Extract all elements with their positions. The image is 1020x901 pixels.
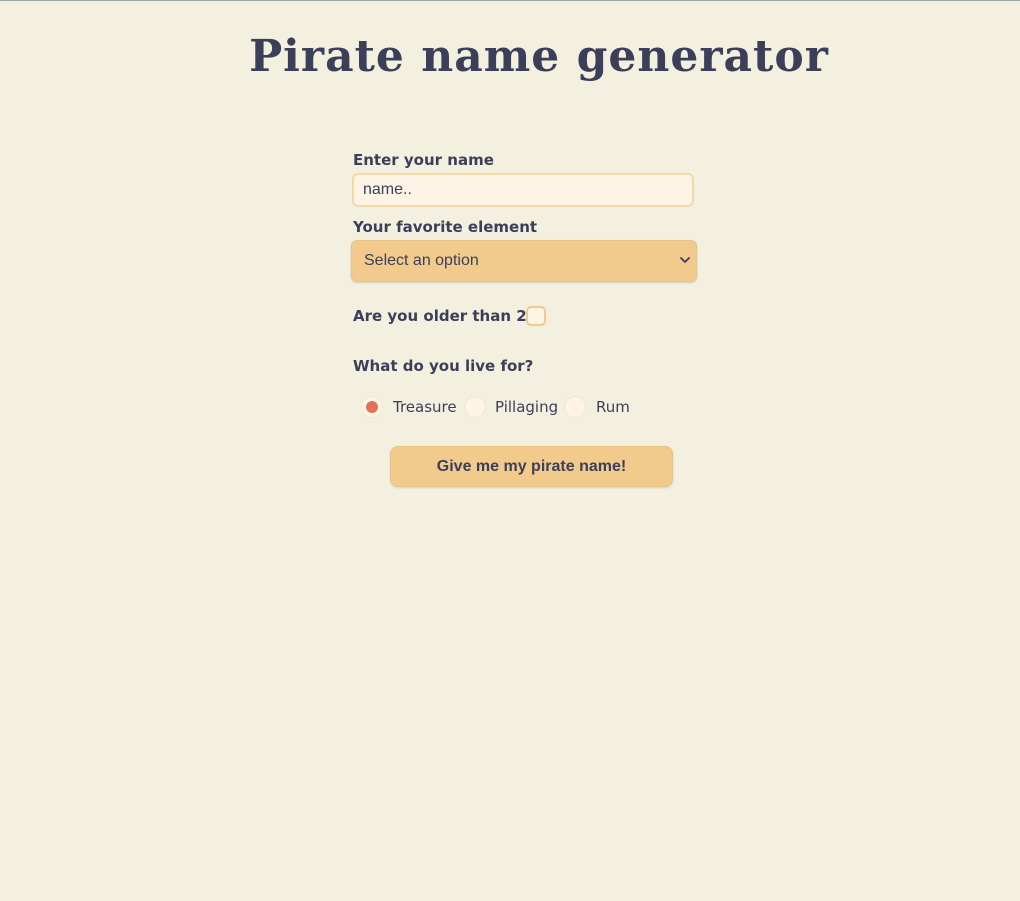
live-for-label: What do you live for?	[353, 357, 534, 375]
name-input[interactable]	[352, 173, 694, 207]
chevron-down-icon	[680, 257, 690, 263]
radio-rum-label: Rum	[596, 398, 630, 416]
radio-treasure[interactable]	[361, 396, 383, 418]
radio-rum[interactable]	[564, 396, 586, 418]
radio-treasure-label: Treasure	[393, 398, 457, 416]
element-select[interactable]: Select an option	[351, 240, 697, 282]
element-select-value: Select an option	[364, 252, 479, 269]
radio-pillaging[interactable]	[464, 396, 486, 418]
page-title: Pirate name generator	[249, 31, 829, 82]
element-label: Your favorite element	[353, 218, 538, 236]
age-label: Are you older than 25?	[353, 307, 546, 325]
radio-pillaging-label: Pillaging	[495, 398, 559, 416]
name-label: Enter your name	[353, 151, 494, 169]
age-checkbox[interactable]	[526, 306, 546, 326]
generate-button[interactable]: Give me my pirate name!	[390, 446, 673, 487]
